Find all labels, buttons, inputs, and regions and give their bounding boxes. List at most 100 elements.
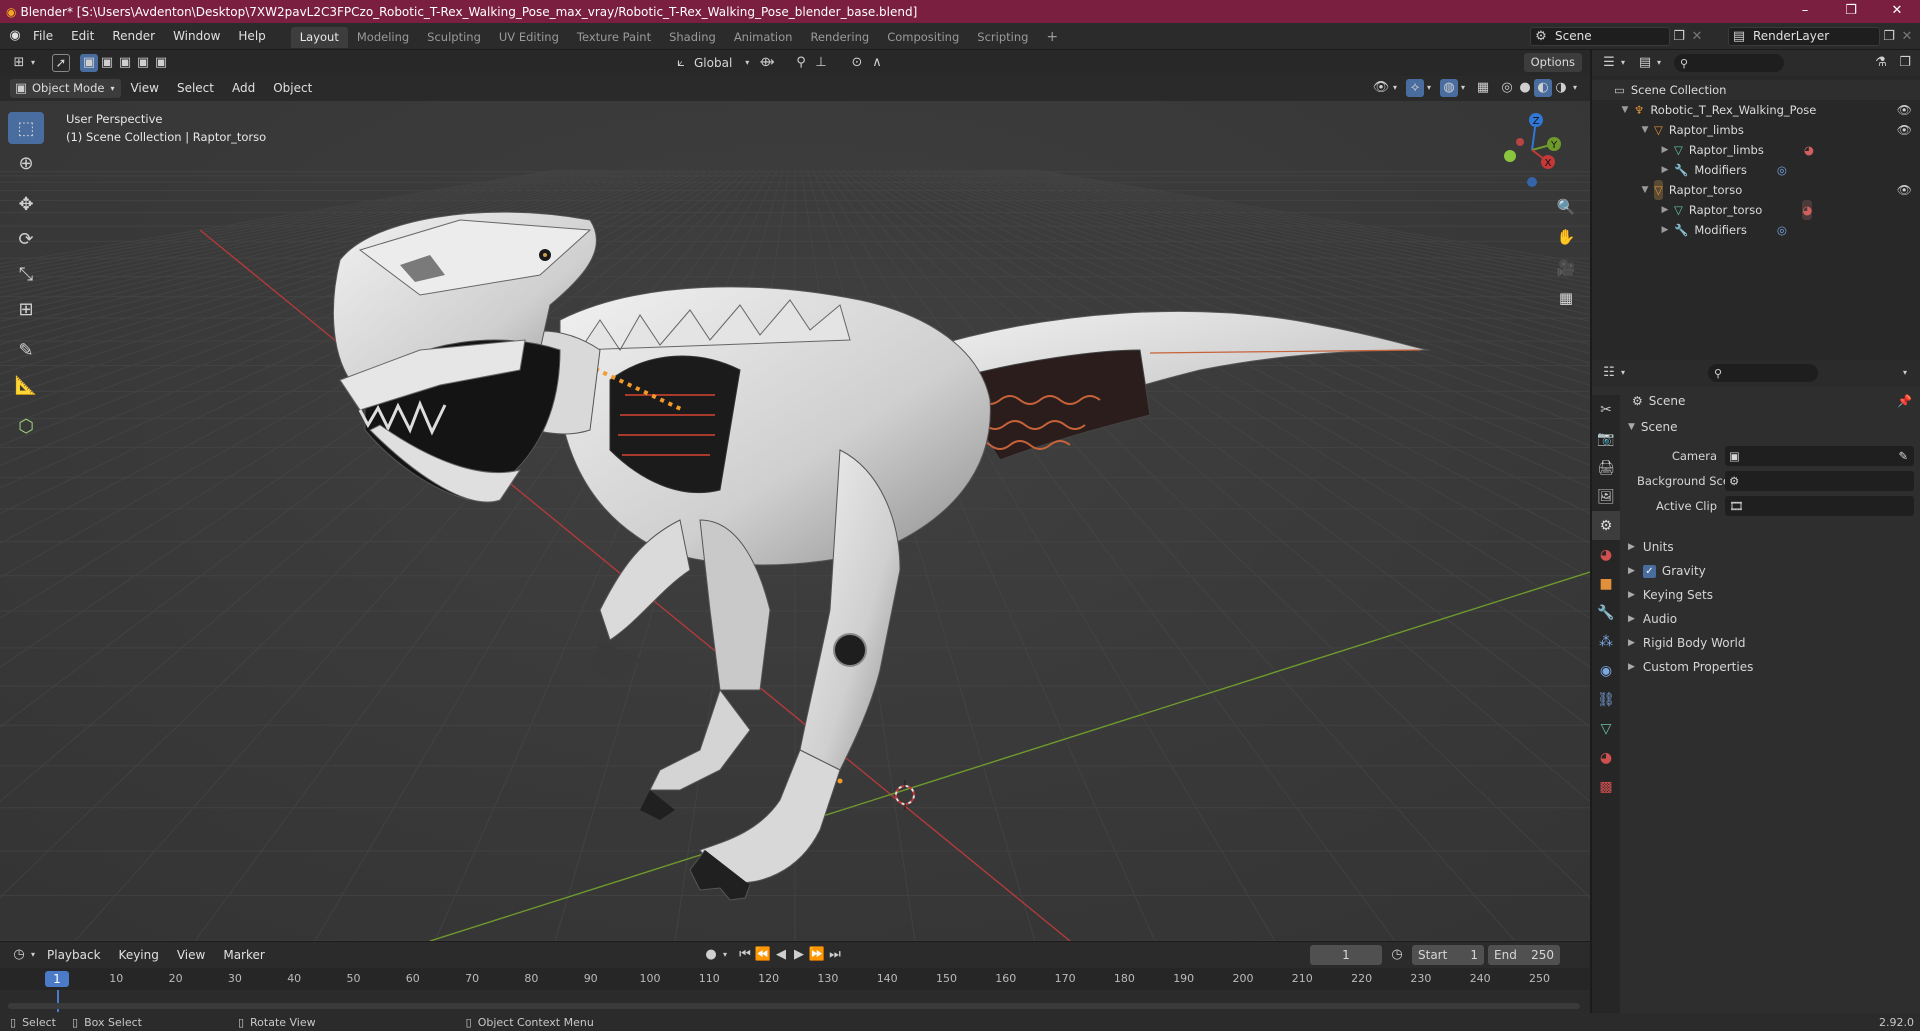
outliner-search-input[interactable]: ⚲ [1674,54,1784,72]
viewport-menu-add[interactable]: Add [223,76,264,101]
current-frame-field[interactable]: 1 [1310,945,1382,965]
jump-start-icon[interactable]: ⏮ [736,946,754,964]
object-tab-icon[interactable]: ■ [1592,569,1620,598]
snap-icon[interactable]: ⚲ [792,54,810,72]
select-tool-icon[interactable]: ➚ [52,54,70,72]
constraints-tab-icon[interactable]: ⛓ [1592,685,1620,714]
new-collection-icon[interactable]: ❐ [1896,54,1914,72]
shading-solid-icon[interactable]: ● [1516,79,1534,97]
new-view-layer-icon[interactable]: ❐ [1880,28,1898,46]
view-layer-tab-icon[interactable]: 🖼 [1592,482,1620,511]
select-new-icon[interactable]: ▣ [80,54,98,72]
timeline-menu-marker[interactable]: Marker [214,942,273,968]
select-box-tool[interactable]: ⬚ [8,112,44,144]
data-tab-icon[interactable]: ▽ [1592,714,1620,743]
pin-icon[interactable]: 📌 [1897,394,1912,408]
tab-rendering[interactable]: Rendering [801,27,878,48]
xray-icon[interactable]: ▦ [1474,79,1492,97]
eyedropper-icon[interactable]: ✎ [1898,449,1908,463]
close-button[interactable]: ✕ [1874,0,1920,23]
object-mode-dropdown[interactable]: ▣ Object Mode ▾ [10,79,122,98]
outliner-item-raptor-limbs[interactable]: ▼ ▽ Raptor_limbs 👁 [1592,120,1920,140]
add-cube-tool[interactable]: ⬡ [8,410,44,442]
end-frame-field[interactable]: End 250 [1488,945,1560,965]
display-mode-icon[interactable]: ☰ [1600,54,1618,72]
expand-arrow-icon[interactable]: ▶ [1658,140,1672,160]
eye-icon[interactable]: 👁 [1897,100,1912,120]
background-scene-field[interactable]: ⚙ [1725,471,1914,491]
select-intersect-icon[interactable]: ▣ [152,54,170,72]
material-tab-icon[interactable]: ◕ [1592,743,1620,772]
tab-texture-paint[interactable]: Texture Paint [568,27,660,48]
cursor-tool[interactable]: ⊕ [8,147,44,179]
timeline-scrollbar[interactable] [8,1003,1580,1009]
blender-menu-icon[interactable]: ◉ [6,27,24,45]
shading-material-icon[interactable]: ◐ [1534,79,1552,97]
texture-tab-icon[interactable]: ▩ [1592,772,1620,801]
remove-view-layer-icon[interactable]: ✕ [1898,28,1916,46]
rotate-tool[interactable]: ⟳ [8,223,44,255]
tab-shading[interactable]: Shading [660,27,725,48]
select-extend-icon[interactable]: ▣ [98,54,116,72]
tab-scripting[interactable]: Scripting [968,27,1037,48]
select-subtract-icon[interactable]: ▣ [116,54,134,72]
outliner-item-raptor-torso-mesh[interactable]: ▶ ▽ Raptor_torso ◕ [1592,200,1920,220]
view-layer-selector[interactable]: ▤ RenderLayer ❐ ✕ [1728,27,1916,46]
tool-tab-icon[interactable]: ✂ [1592,395,1620,424]
options-button[interactable]: Options [1523,53,1582,72]
move-tool[interactable]: ✥ [8,188,44,220]
menu-help[interactable]: Help [229,23,274,50]
tab-layout[interactable]: Layout [290,27,348,48]
timeline-menu-view[interactable]: View [168,942,214,968]
expand-arrow-icon[interactable]: ▼ [1638,180,1652,200]
scene-selector[interactable]: ⚙ Scene ❐ ✕ [1530,27,1706,46]
menu-window[interactable]: Window [164,23,229,50]
menu-edit[interactable]: Edit [62,23,103,50]
viewport-menu-view[interactable]: View [121,76,167,101]
output-tab-icon[interactable]: 🖨 [1592,453,1620,482]
play-icon[interactable]: ▶ [790,946,808,964]
scene-tab-icon[interactable]: ⚙ [1592,511,1620,540]
section-keying-sets[interactable]: ▶ Keying Sets [1628,583,1753,607]
render-tab-icon[interactable]: 📷 [1592,424,1620,453]
transform-tool[interactable]: ⊞ [8,293,44,325]
filter-icon[interactable]: ⚗ [1872,54,1890,72]
add-workspace-icon[interactable]: + [1037,27,1067,48]
select-difference-icon[interactable]: ▣ [134,54,152,72]
pivot-point-icon[interactable]: ⟴ [758,54,776,72]
expand-arrow-icon[interactable]: ▶ [1658,220,1672,240]
shading-rendered-icon[interactable]: ◑ [1552,79,1570,97]
play-reverse-icon[interactable]: ◀ [772,946,790,964]
camera-view-icon[interactable]: 🎥 [1553,255,1579,281]
proportional-edit-icon[interactable]: ⊙ [848,54,866,72]
timeline-ruler[interactable]: 1 10 20 30 40 50 60 70 80 90 100 110 120 130 140 150 16… [0,968,1590,990]
tab-compositing[interactable]: Compositing [878,27,968,48]
viewport-menu-object[interactable]: Object [264,76,321,101]
section-rigid-body-world[interactable]: ▶ Rigid Body World [1628,631,1753,655]
scale-tool[interactable]: ⤡ [8,258,44,290]
scene-panel-header[interactable]: ▼ Scene [1628,420,1678,434]
shading-wireframe-icon[interactable]: ◎ [1498,79,1516,97]
outliner-item-modifiers[interactable]: ▶ 🔧 Modifiers ◎ [1592,160,1920,180]
tab-animation[interactable]: Animation [725,27,802,48]
prev-keyframe-icon[interactable]: ⏪ [754,946,772,964]
outliner-item-modifiers[interactable]: ▶ 🔧 Modifiers ◎ [1592,220,1920,240]
outliner-root[interactable]: ▭ Scene Collection [1592,80,1920,100]
section-gravity[interactable]: ▶ ✓ Gravity [1628,559,1753,583]
transform-orientation[interactable]: ⟀ Global ▾ [672,54,752,72]
scene-name-field[interactable]: Scene [1530,27,1670,46]
gizmo-icon[interactable]: ⟡ [1406,79,1424,97]
editor-type-icon[interactable]: ☷ [1600,364,1618,382]
pan-hand-icon[interactable]: ✋ [1553,224,1579,250]
camera-field[interactable]: ▣ ✎ [1725,446,1914,466]
measure-tool[interactable]: 📐 [8,369,44,401]
eye-icon[interactable]: 👁 [1897,120,1912,140]
view-layer-field[interactable]: RenderLayer [1728,27,1880,46]
expand-arrow-icon[interactable]: ▼ [1638,120,1652,140]
tab-sculpting[interactable]: Sculpting [418,27,490,48]
snap-target-icon[interactable]: ⊥ [812,54,830,72]
viewport-menu-select[interactable]: Select [168,76,223,101]
remove-scene-icon[interactable]: ✕ [1688,28,1706,46]
particles-tab-icon[interactable]: ⁂ [1592,627,1620,656]
gravity-checkbox[interactable]: ✓ [1642,564,1656,578]
